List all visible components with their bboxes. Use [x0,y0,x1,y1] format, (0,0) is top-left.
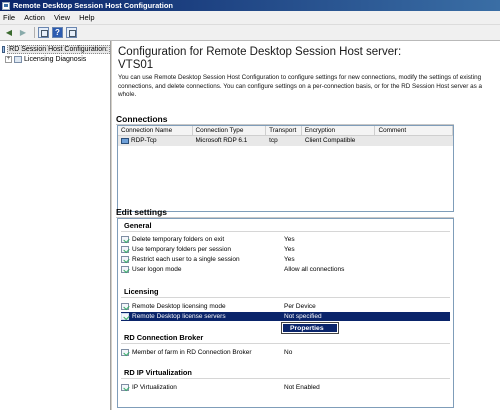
tree-item-licensing-diagnosis[interactable]: + Licensing Diagnosis [0,54,110,64]
setting-value: No [284,349,293,356]
app-icon [2,1,10,10]
setting-value: Not specified [284,313,322,320]
setting-value: Yes [284,256,295,263]
setting-delete-temp-folders[interactable]: Delete temporary folders on exit Yes [121,235,450,244]
cell-text: RDP-Tcp [131,137,157,144]
column-header[interactable]: Comment [375,126,453,135]
setting-name: Use temporary folders per session [132,246,231,253]
column-header[interactable]: Transport [266,126,302,135]
forward-arrow-icon[interactable]: ▶ [17,27,29,39]
toolbar-separator [34,27,35,38]
back-arrow-icon[interactable]: ◀ [3,27,15,39]
details-pane: Configuration for Remote Desktop Session… [112,41,500,410]
setting-name: Restrict each user to a single session [132,256,240,263]
group-divider [121,297,450,298]
cell-encryption: Client Compatible [304,137,356,144]
intro-text: You can use Remote Desktop Session Host … [118,74,483,99]
setting-name: User logon mode [132,266,182,273]
table-row[interactable]: RDP-Tcp Microsoft RDP 6.1 tcp Client Com… [118,136,453,146]
title-bar: Remote Desktop Session Host Configuratio… [0,0,500,11]
menu-help[interactable]: Help [79,13,94,22]
setting-ip-virtualization[interactable]: IP Virtualization Not Enabled [121,383,450,392]
cell-connection-name: RDP-Tcp [118,136,193,146]
column-header[interactable]: Connection Name [118,126,193,135]
setting-value: Yes [284,236,295,243]
connections-heading: Connections [116,114,168,124]
setting-icon [121,246,129,253]
server-icon [2,45,6,53]
column-header[interactable]: Encryption [302,126,376,135]
group-divider [121,231,450,232]
setting-license-servers[interactable]: Remote Desktop license servers Not speci… [121,312,450,321]
toolbar: ◀ ▶ ? [0,25,500,41]
page-title: Configuration for Remote Desktop Session… [118,46,402,58]
menu-bar: File Action View Help [0,11,500,25]
setting-icon [121,349,129,356]
cell-transport: tcp [269,137,278,144]
help-icon[interactable]: ? [52,27,63,38]
menu-file[interactable]: File [3,13,15,22]
console-tree: RD Session Host Configuration: + Licensi… [0,41,111,410]
expand-plus-icon[interactable]: + [5,55,12,63]
setting-licensing-mode[interactable]: Remote Desktop licensing mode Per Device [121,302,450,311]
setting-name: Delete temporary folders on exit [132,236,225,243]
diagnosis-icon [14,55,22,63]
setting-icon [121,266,129,273]
group-licensing-heading: Licensing [124,287,159,296]
setting-icon [121,384,129,391]
setting-name: Member of farm in RD Connection Broker [132,349,252,356]
setting-value: Not Enabled [284,384,320,391]
setting-farm-membership[interactable]: Member of farm in RD Connection Broker N… [121,348,450,357]
menu-view[interactable]: View [54,13,70,22]
setting-name: Remote Desktop license servers [132,313,226,320]
server-name: VTS01 [118,59,154,71]
context-menu-properties[interactable]: Properties [281,322,339,334]
table-header: Connection Name Connection Type Transpor… [118,126,453,136]
setting-value: Allow all connections [284,266,345,273]
group-divider [121,378,450,379]
setting-icon [121,313,129,320]
edit-settings-panel: General Delete temporary folders on exit… [117,218,454,408]
group-general-heading: General [124,221,152,230]
setting-value: Yes [284,246,295,253]
cell-comment [375,136,453,146]
setting-icon [121,256,129,263]
menu-action[interactable]: Action [24,13,45,22]
window-title: Remote Desktop Session Host Configuratio… [13,1,174,10]
setting-user-logon-mode[interactable]: User logon mode Allow all connections [121,265,450,274]
setting-icon [121,303,129,310]
tree-item-label: RD Session Host Configuration: [7,44,110,54]
setting-restrict-single-session[interactable]: Restrict each user to a single session Y… [121,255,450,264]
edit-settings-heading: Edit settings [116,207,168,217]
tree-item-label: Licensing Diagnosis [24,55,87,63]
tree-item-rd-session-host[interactable]: RD Session Host Configuration: [0,44,110,54]
group-divider [121,343,450,344]
show-hide-console-tree-icon[interactable] [38,27,49,38]
setting-temp-folders-per-session[interactable]: Use temporary folders per session Yes [121,245,450,254]
setting-value: Per Device [284,303,316,310]
column-header[interactable]: Connection Type [193,126,267,135]
setting-icon [121,236,129,243]
group-ip-virtualization-heading: RD IP Virtualization [124,368,192,377]
cell-connection-type: Microsoft RDP 6.1 [195,137,248,144]
setting-name: IP Virtualization [132,384,177,391]
action-pane-icon[interactable] [66,27,77,38]
connection-icon [121,138,129,144]
group-connection-broker-heading: RD Connection Broker [124,333,204,342]
setting-name: Remote Desktop licensing mode [132,303,226,310]
connections-table: Connection Name Connection Type Transpor… [117,125,454,212]
